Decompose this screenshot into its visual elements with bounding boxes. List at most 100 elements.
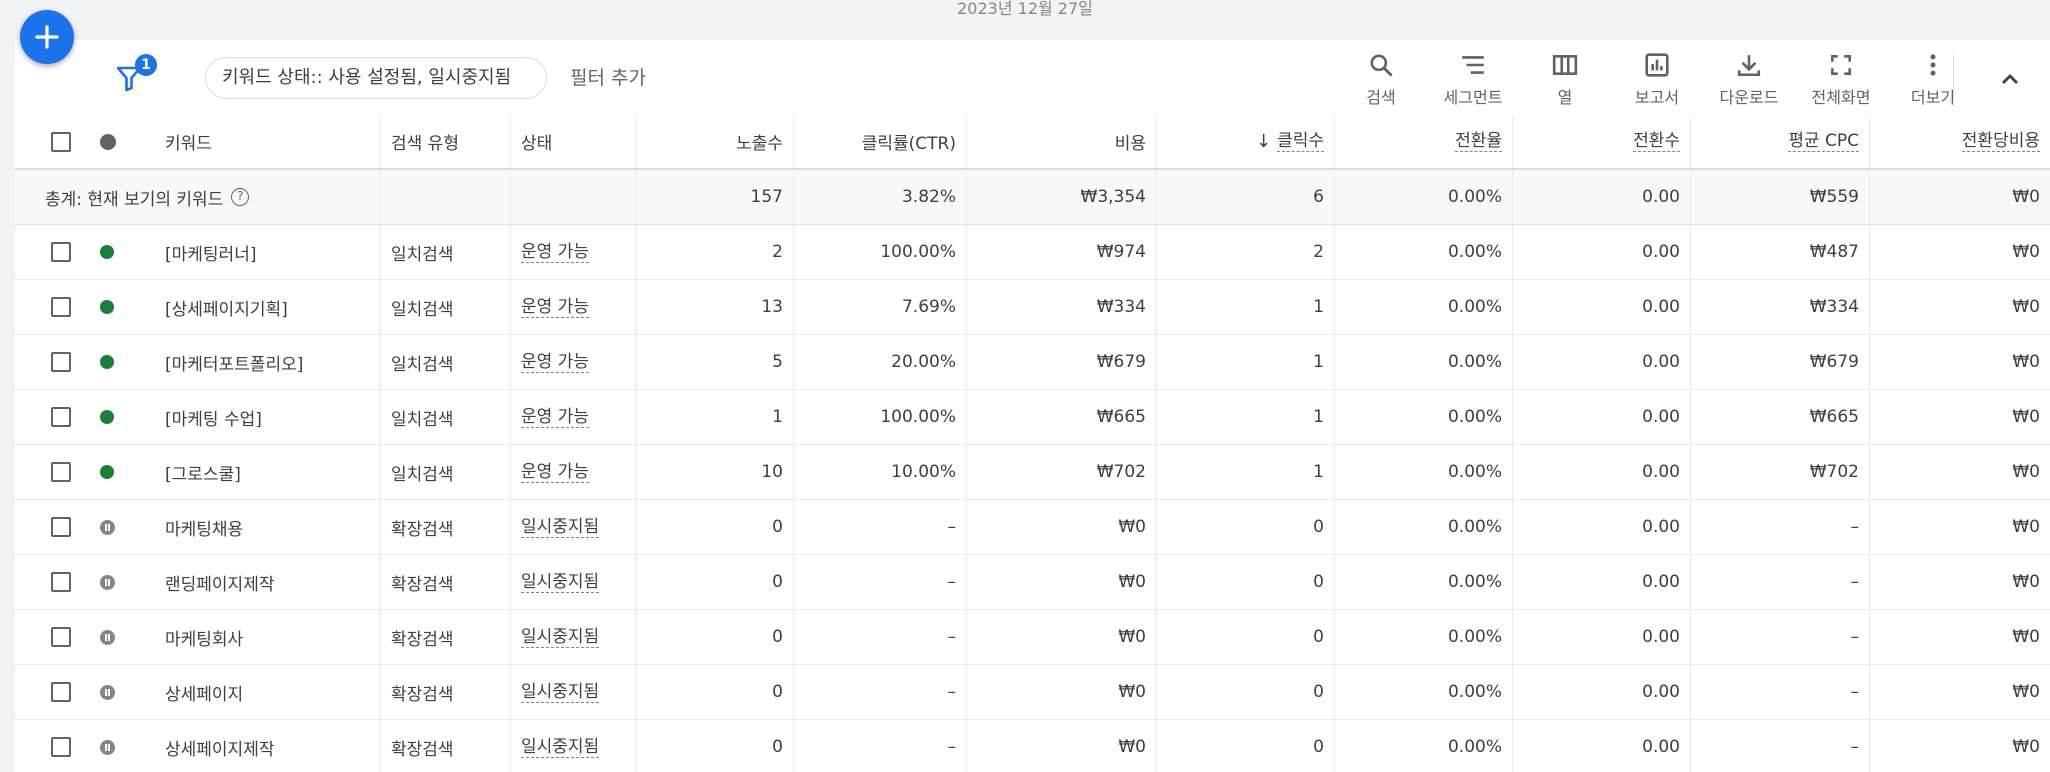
- status-text[interactable]: 운영 가능: [521, 352, 589, 373]
- header-conversions[interactable]: 전환수: [1512, 115, 1690, 168]
- total-cost: ₩3,354: [966, 170, 1156, 224]
- enabled-status-icon[interactable]: [100, 465, 114, 479]
- tool-more[interactable]: 더보기: [1887, 48, 1979, 110]
- tool-fullscreen[interactable]: 전체화면: [1795, 48, 1887, 110]
- header-conv-rate[interactable]: 전환율: [1334, 115, 1512, 168]
- row-status-cell: [90, 610, 130, 664]
- table-row-8: 마케팅회사 확장검색 일시중지됨 0 – ₩0 0 0.00% 0.00 – ₩…: [15, 610, 2050, 665]
- filter-button[interactable]: 1: [103, 54, 159, 104]
- total-match-type-cell: [380, 170, 510, 224]
- match-type: 확장검색: [380, 665, 510, 719]
- header-cost-per-conv[interactable]: 전환당비용: [1869, 115, 2050, 168]
- header-cost[interactable]: 비용: [966, 115, 1156, 168]
- cost: ₩0: [966, 610, 1156, 664]
- header-match-type[interactable]: 검색 유형: [380, 115, 510, 168]
- row-checkbox[interactable]: [51, 517, 71, 537]
- status-text[interactable]: 일시중지됨: [521, 627, 600, 648]
- header-impressions[interactable]: 노출수: [635, 115, 793, 168]
- conversions: 0.00: [1512, 665, 1690, 719]
- row-checkbox[interactable]: [51, 572, 71, 592]
- header-avg-cpc[interactable]: 평균 CPC: [1690, 115, 1869, 168]
- keyword-text[interactable]: 상세페이지: [155, 665, 380, 719]
- cost-per-conv: ₩0: [1869, 335, 2050, 389]
- keyword-text[interactable]: [상세페이지기획]: [155, 280, 380, 334]
- enabled-status-icon[interactable]: [100, 355, 114, 369]
- header-keyword[interactable]: 키워드: [155, 115, 380, 168]
- add-filter-button[interactable]: 필터 추가: [570, 57, 646, 99]
- tool-segment[interactable]: 세그먼트: [1427, 48, 1519, 110]
- conv-rate: 0.00%: [1334, 500, 1512, 554]
- row-checkbox[interactable]: [51, 682, 71, 702]
- help-icon[interactable]: ?: [231, 188, 250, 206]
- tool-download[interactable]: 다운로드: [1703, 48, 1795, 110]
- row-checkbox[interactable]: [51, 407, 71, 427]
- paused-status-icon[interactable]: [100, 739, 115, 755]
- header-ctr[interactable]: 클릭률(CTR): [793, 115, 966, 168]
- total-impressions: 157: [635, 170, 793, 224]
- collapse-button[interactable]: [1993, 62, 2027, 96]
- status-text[interactable]: 운영 가능: [521, 297, 589, 318]
- clicks: 0: [1156, 500, 1334, 554]
- paused-status-icon[interactable]: [100, 629, 115, 645]
- impressions: 2: [635, 225, 793, 279]
- match-type: 일치검색: [380, 390, 510, 444]
- enabled-status-icon[interactable]: [100, 410, 114, 424]
- paused-status-icon[interactable]: [100, 519, 115, 535]
- select-all-checkbox[interactable]: [51, 131, 71, 152]
- avg-cpc: ₩679: [1690, 335, 1869, 389]
- header-status[interactable]: 상태: [510, 115, 635, 168]
- row-checkbox[interactable]: [51, 297, 71, 317]
- row-status-cell: [90, 445, 130, 499]
- table-row-9: 상세페이지 확장검색 일시중지됨 0 – ₩0 0 0.00% 0.00 – ₩…: [15, 665, 2050, 720]
- toolbar-actions: 검색 세그먼트 열 보고서 다운로드 전체화면 더보기: [1335, 48, 1979, 110]
- columns-icon: [1552, 55, 1578, 75]
- keyword-text[interactable]: 마케팅채용: [155, 500, 380, 554]
- tool-report[interactable]: 보고서: [1611, 48, 1703, 110]
- status-text[interactable]: 일시중지됨: [521, 517, 600, 538]
- status-text[interactable]: 일시중지됨: [521, 737, 600, 758]
- conversions: 0.00: [1512, 610, 1690, 664]
- keyword-text[interactable]: 랜딩페이지제작: [155, 555, 380, 609]
- status-text[interactable]: 일시중지됨: [521, 682, 600, 703]
- status-text[interactable]: 일시중지됨: [521, 572, 600, 593]
- keyword-text[interactable]: [그로스쿨]: [155, 445, 380, 499]
- create-fab-button[interactable]: [20, 10, 74, 64]
- table-row-6: 마케팅채용 확장검색 일시중지됨 0 – ₩0 0 0.00% 0.00 – ₩…: [15, 500, 2050, 555]
- keyword-text[interactable]: 상세페이지제작: [155, 720, 380, 772]
- keyword-text[interactable]: [마케팅 수업]: [155, 390, 380, 444]
- report-icon: [1645, 53, 1669, 77]
- avg-cpc: ₩665: [1690, 390, 1869, 444]
- keyword-text[interactable]: 마케팅회사: [155, 610, 380, 664]
- cost: ₩974: [966, 225, 1156, 279]
- paused-status-icon[interactable]: [100, 574, 115, 590]
- status-text[interactable]: 운영 가능: [521, 462, 589, 483]
- header-clicks[interactable]: ↓ 클릭수: [1156, 115, 1334, 168]
- table-row-3: [마케터포트폴리오] 일치검색 운영 가능 5 20.00% ₩679 1 0.…: [15, 335, 2050, 390]
- row-checkbox[interactable]: [51, 737, 71, 757]
- header-conversions-label: 전환수: [1633, 131, 1680, 152]
- keyword-text[interactable]: [마케터포트폴리오]: [155, 335, 380, 389]
- row-checkbox[interactable]: [51, 352, 71, 372]
- enabled-status-icon[interactable]: [100, 300, 114, 314]
- tool-search[interactable]: 검색: [1335, 48, 1427, 110]
- keyword-text[interactable]: [마케팅러너]: [155, 225, 380, 279]
- cost: ₩0: [966, 720, 1156, 772]
- tool-report-label: 보고서: [1634, 88, 1680, 107]
- total-row: 총계: 현재 보기의 키워드? 157 3.82% ₩3,354 6 0.00%…: [15, 170, 2050, 225]
- row-checkbox[interactable]: [51, 242, 71, 262]
- enabled-status-icon[interactable]: [100, 245, 114, 259]
- conversions: 0.00: [1512, 280, 1690, 334]
- status-text[interactable]: 운영 가능: [521, 242, 589, 263]
- clicks: 0: [1156, 720, 1334, 772]
- paused-status-icon[interactable]: [100, 684, 115, 700]
- keyword-status-filter-chip[interactable]: 키워드 상태:: 사용 설정됨, 일시중지됨: [205, 57, 547, 99]
- row-checkbox[interactable]: [51, 462, 71, 482]
- status-text[interactable]: 운영 가능: [521, 407, 589, 428]
- cost-per-conv: ₩0: [1869, 720, 2050, 772]
- conversions: 0.00: [1512, 555, 1690, 609]
- row-checkbox[interactable]: [51, 627, 71, 647]
- row-select-cell: [41, 225, 85, 279]
- total-status-cell: [510, 170, 635, 224]
- impressions: 1: [635, 390, 793, 444]
- tool-columns[interactable]: 열: [1519, 48, 1611, 110]
